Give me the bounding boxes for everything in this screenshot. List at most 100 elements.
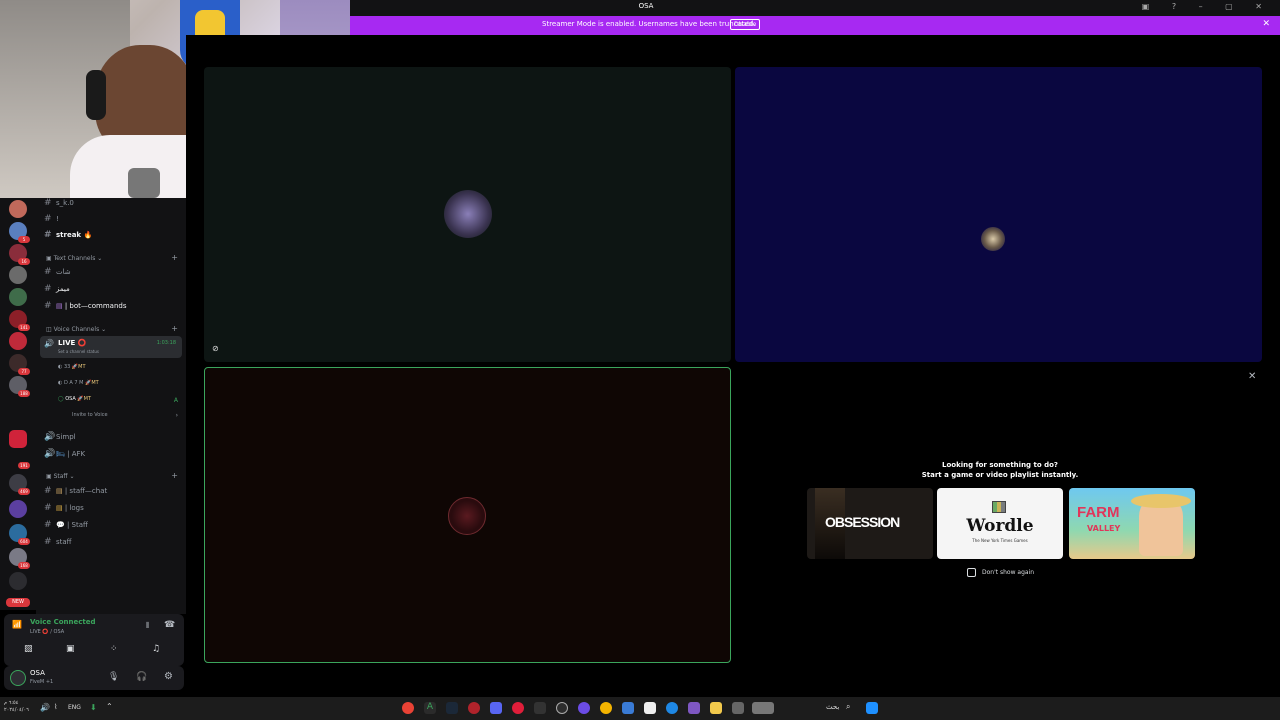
avatar [981, 227, 1005, 251]
channel-item[interactable]: # ميمز [44, 284, 70, 294]
app-icon[interactable] [578, 702, 590, 714]
discord-icon[interactable] [490, 702, 502, 714]
game-card-obsession[interactable]: OBSESSION [807, 488, 933, 559]
speaker-icon: 🔊 [44, 339, 54, 348]
category-voice-channels[interactable]: ◫ Voice Channels ⌄ [46, 326, 106, 333]
app-icon[interactable] [688, 702, 700, 714]
channel-label: s_k.0 [56, 199, 74, 207]
window-controls[interactable]: ▣ ? – ▢ ✕ [1142, 2, 1272, 11]
channel-item[interactable]: # ▤ | logs [44, 503, 84, 513]
close-icon[interactable]: ✕ [1262, 19, 1270, 29]
voice-user[interactable]: ◐ 33 🚀MT [58, 364, 86, 370]
app-icon[interactable] [534, 702, 546, 714]
category-label: Voice Channels [53, 326, 100, 333]
chrome-icon[interactable] [402, 702, 414, 714]
folder-icon[interactable] [710, 702, 722, 714]
settings-gear-icon[interactable]: ⚙ [164, 671, 173, 682]
taskbar: ٦:٥٤ م ٢٠٢٤/٠٤/٠٦ 🔊 ⌇ ENG ⬇ ⌃ A بحث ⌕ [0, 697, 1280, 720]
app-icon[interactable] [556, 702, 568, 714]
channel-item-streak[interactable]: # streak 🔥 [44, 230, 92, 240]
add-channel-icon[interactable]: + [171, 471, 178, 480]
game-title: FARM [1077, 504, 1120, 521]
add-channel-icon[interactable]: + [171, 253, 178, 262]
server-icon[interactable] [9, 266, 27, 284]
language-indicator[interactable]: ENG [68, 704, 81, 711]
game-card-wordle[interactable]: Wordle The New York Times Games [937, 488, 1063, 559]
server-icon[interactable] [9, 572, 27, 590]
voice-user[interactable]: ◯ OSA 🚀MT [58, 396, 91, 402]
channel-item[interactable]: # 💬 | Staff [44, 520, 88, 530]
headphone-icon [86, 70, 106, 120]
disconnect-icon[interactable]: ☎ [164, 620, 175, 630]
edge-icon[interactable] [666, 702, 678, 714]
server-icon[interactable] [9, 332, 27, 350]
live-timer: 1:03:18 [156, 340, 176, 346]
headphones-icon[interactable]: 🎧 [136, 672, 147, 682]
clock[interactable]: ٦:٥٤ م ٢٠٢٤/٠٤/٠٦ [4, 700, 29, 714]
channel-item[interactable]: # s_k.0 [44, 198, 74, 208]
search-label[interactable]: بحث [826, 703, 839, 711]
app-icon[interactable] [468, 702, 480, 714]
activity-icon[interactable]: ⁘ [110, 644, 118, 654]
windows-start-icon[interactable] [866, 702, 878, 714]
signal-icon[interactable]: 📶 [12, 620, 22, 629]
app-icon[interactable]: A [424, 702, 436, 714]
invite-to-voice[interactable]: Invite to Voice [72, 412, 108, 418]
camera-icon[interactable]: ▨ [24, 644, 33, 654]
chevron-up-icon[interactable]: ⌃ [106, 702, 113, 711]
channel-list: # s_k.0 #! # streak 🔥 ▣ Text Channels ⌄ + … [36, 198, 186, 614]
soundboard-icon[interactable]: ♫ [152, 644, 160, 654]
server-icon[interactable] [9, 430, 27, 448]
server-badge: 168 [18, 562, 30, 569]
microphone-icon[interactable]: 🎙 [108, 672, 119, 682]
video-tile[interactable] [735, 67, 1262, 362]
server-list: 5 16 141 77 188 191 469 604 168 NEW [0, 198, 36, 610]
dont-show-checkbox[interactable] [967, 568, 976, 577]
server-icon[interactable] [9, 200, 27, 218]
channel-label: LIVE ⭕ [58, 339, 87, 347]
add-channel-icon[interactable]: + [171, 324, 178, 333]
voice-user[interactable]: ◐ D A 7 M 🚀MT [58, 380, 99, 386]
screen-share-icon[interactable]: ▣ [66, 644, 75, 654]
steam-icon[interactable] [446, 702, 458, 714]
server-icon[interactable] [9, 500, 27, 518]
video-tile-speaking[interactable] [204, 367, 731, 663]
close-icon[interactable]: ✕ [1248, 371, 1256, 382]
wifi-icon[interactable]: ⌇ [54, 703, 57, 711]
channel-item[interactable]: # شات [44, 267, 71, 277]
stream-stage: ⊘ ✕ Looking for something to do? Start a… [186, 35, 1280, 700]
app-icon[interactable] [732, 702, 744, 714]
mail-icon[interactable] [622, 702, 634, 714]
volume-icon[interactable]: 🔊 [40, 703, 50, 712]
chrome-icon[interactable] [600, 702, 612, 714]
chevron-right-icon: › [175, 412, 178, 419]
tray-icon[interactable]: ⬇ [90, 703, 97, 712]
avatar[interactable] [10, 670, 26, 686]
channel-item[interactable]: # staff [44, 537, 72, 547]
activity-subheading: Start a game or video playlist instantly… [921, 471, 1079, 479]
category-staff[interactable]: ▣ Staff ⌄ [46, 473, 75, 480]
noise-suppression-icon[interactable]: ⦀ [146, 621, 150, 631]
video-tile[interactable]: ⊘ [204, 67, 731, 362]
channel-item-bot-commands[interactable]: # ▤ | bot—commands [44, 301, 126, 311]
channel-label: Simpl [56, 433, 76, 441]
server-badge: 141 [18, 324, 30, 331]
voice-channel-live[interactable]: 🔊 LIVE ⭕ 1:03:18 Set a channel status [40, 336, 182, 358]
game-card-farm[interactable]: FARM VALLEY [1069, 488, 1195, 559]
disable-button[interactable]: Disable [730, 19, 761, 30]
server-icon[interactable] [9, 288, 27, 306]
voice-channel-link[interactable]: LIVE ⭕ / OSA [30, 629, 64, 635]
channel-item[interactable]: #! [44, 214, 59, 224]
window-title: OSA [638, 2, 654, 10]
voice-channel-afk[interactable]: 🔊🛏 | AFK [44, 449, 85, 459]
channel-item[interactable]: # ▤ | staff—chat [44, 486, 107, 496]
category-text-channels[interactable]: ▣ Text Channels ⌄ [46, 255, 102, 262]
channel-status[interactable]: Set a channel status [58, 349, 99, 354]
voice-user-name: D A 7 M [63, 380, 84, 386]
app-icon[interactable] [752, 702, 774, 714]
app-icon[interactable] [512, 702, 524, 714]
streaming-icon: A [173, 397, 178, 404]
search-icon[interactable]: ⌕ [846, 702, 850, 712]
voice-channel-simpl[interactable]: 🔊Simpl [44, 432, 76, 442]
calendar-icon[interactable] [644, 702, 656, 714]
